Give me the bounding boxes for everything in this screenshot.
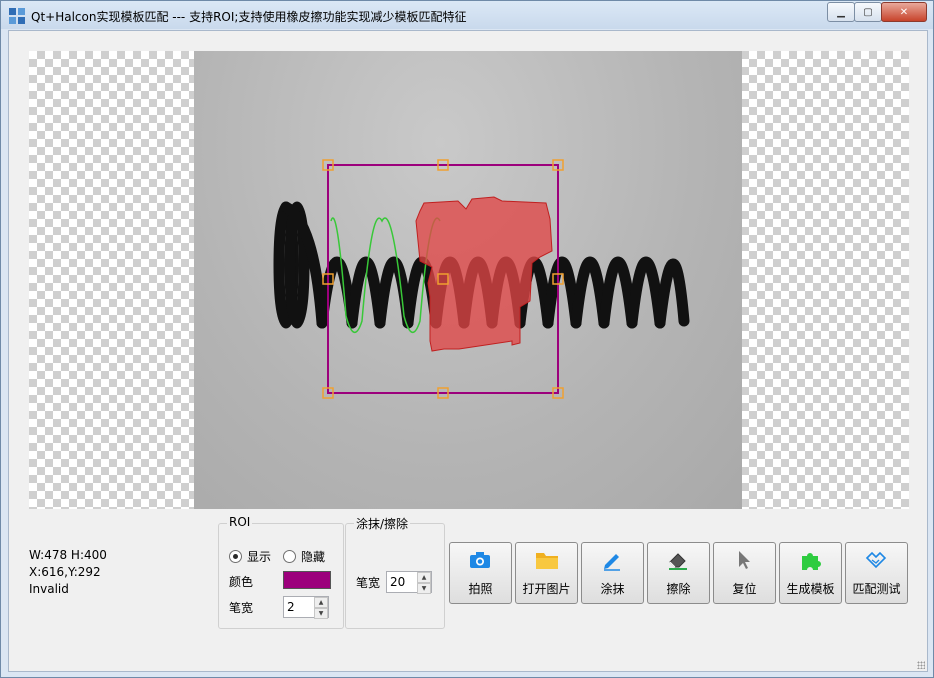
erase-label: 擦除 bbox=[666, 582, 691, 596]
status-info: W:478 H:400 X:616,Y:292 Invalid bbox=[29, 547, 107, 598]
folder-icon bbox=[536, 553, 558, 569]
create-model-button[interactable]: 生成模板 bbox=[779, 542, 842, 604]
cursor-icon bbox=[739, 551, 750, 569]
roi-pen-width-value: 2 bbox=[287, 600, 295, 614]
minimize-button[interactable]: ▁ bbox=[827, 2, 855, 22]
roi-show-radio[interactable]: 显示 bbox=[229, 548, 271, 565]
paint-pen-width-spinbox[interactable]: 20 ▲ ▼ bbox=[386, 571, 432, 594]
roi-color-swatch[interactable] bbox=[283, 571, 331, 589]
title-bar[interactable]: Qt+Halcon实现模板匹配 --- 支持ROI;支持使用橡皮擦功能实现减少模… bbox=[1, 1, 933, 29]
match-state-text: Invalid bbox=[29, 582, 69, 596]
radio-checked-icon bbox=[229, 550, 242, 563]
handshake-icon bbox=[865, 551, 887, 569]
close-icon: ✕ bbox=[899, 6, 909, 18]
capture-label: 拍照 bbox=[468, 582, 493, 596]
paint-button[interactable]: 涂抹 bbox=[581, 542, 644, 604]
minimize-icon: ▁ bbox=[837, 6, 845, 18]
spin-down-icon[interactable]: ▼ bbox=[417, 583, 431, 594]
roi-group: ROI 显示 隐藏 颜色 笔宽 2 ▲ ▼ bbox=[218, 515, 344, 629]
close-button[interactable]: ✕ bbox=[881, 2, 927, 22]
paint-pen-label: 笔宽 bbox=[356, 576, 381, 590]
image-size-text: W:478 H:400 bbox=[29, 548, 107, 562]
resize-grip-icon[interactable] bbox=[917, 661, 925, 669]
paint-group: 涂抹/擦除 笔宽 20 ▲ ▼ bbox=[345, 515, 445, 629]
window-title: Qt+Halcon实现模板匹配 --- 支持ROI;支持使用橡皮擦功能实现减少模… bbox=[31, 10, 467, 24]
image-view[interactable] bbox=[29, 51, 909, 509]
roi-hide-label: 隐藏 bbox=[301, 550, 326, 564]
open-image-label: 打开图片 bbox=[522, 582, 571, 596]
roi-pen-label: 笔宽 bbox=[229, 601, 254, 615]
match-test-label: 匹配测试 bbox=[852, 582, 901, 596]
spin-up-icon[interactable]: ▲ bbox=[314, 597, 328, 608]
paint-group-title: 涂抹/擦除 bbox=[354, 515, 411, 532]
roi-color-label: 颜色 bbox=[229, 575, 254, 589]
roi-show-label: 显示 bbox=[247, 550, 272, 564]
capture-button[interactable]: 拍照 bbox=[449, 542, 512, 604]
client-area: W:478 H:400 X:616,Y:292 Invalid ROI 显示 隐… bbox=[8, 30, 928, 672]
reset-button[interactable]: 复位 bbox=[713, 542, 776, 604]
spin-up-icon[interactable]: ▲ bbox=[417, 572, 431, 583]
eraser-icon bbox=[669, 553, 687, 570]
maximize-button[interactable]: ▢ bbox=[854, 2, 882, 22]
spin-down-icon[interactable]: ▼ bbox=[314, 608, 328, 619]
image-overlay bbox=[273, 159, 690, 399]
roi-pen-width-spinbox[interactable]: 2 ▲ ▼ bbox=[283, 596, 329, 619]
reset-label: 复位 bbox=[732, 582, 757, 596]
match-test-button[interactable]: 匹配测试 bbox=[845, 542, 908, 604]
paint-pen-width-value: 20 bbox=[390, 575, 406, 589]
roi-group-title: ROI bbox=[227, 515, 253, 529]
maximize-icon: ▢ bbox=[863, 6, 873, 18]
main-window: Qt+Halcon实现模板匹配 --- 支持ROI;支持使用橡皮擦功能实现减少模… bbox=[0, 0, 934, 678]
roi-hide-radio[interactable]: 隐藏 bbox=[283, 548, 325, 565]
create-model-label: 生成模板 bbox=[786, 582, 835, 596]
camera-icon bbox=[470, 552, 490, 568]
paint-label: 涂抹 bbox=[600, 582, 625, 596]
erase-button[interactable]: 擦除 bbox=[647, 542, 710, 604]
painted-mask[interactable] bbox=[415, 196, 553, 352]
radio-unchecked-icon bbox=[283, 550, 296, 563]
open-image-button[interactable]: 打开图片 bbox=[515, 542, 578, 604]
app-icon bbox=[9, 8, 25, 24]
spring-image bbox=[194, 51, 742, 509]
puzzle-icon bbox=[802, 553, 821, 570]
cursor-coords-text: X:616,Y:292 bbox=[29, 565, 101, 579]
pen-icon bbox=[604, 554, 620, 571]
